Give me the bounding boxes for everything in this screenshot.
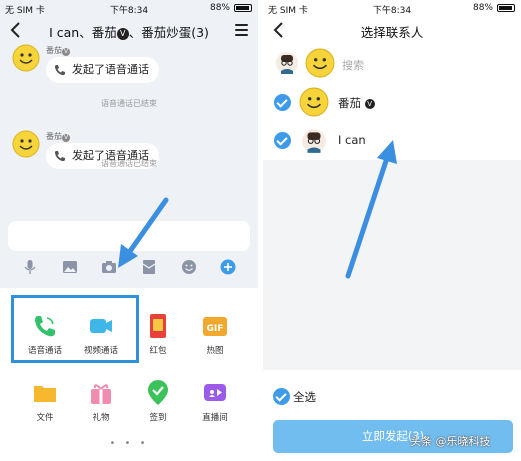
red-packet-icon bbox=[150, 314, 166, 338]
status-bar: 无 SIM 卡 下午8:34 88% bbox=[263, 0, 521, 16]
gif-button[interactable]: GIF 热图 bbox=[187, 313, 243, 373]
message-item: 番茄 V 发起了语音通话 bbox=[8, 130, 248, 180]
svg-text:GIF: GIF bbox=[207, 324, 224, 334]
red-envelope-icon[interactable] bbox=[141, 259, 157, 275]
chat-title: I can、番茄 V 、番茄炒蛋(3) bbox=[30, 22, 228, 41]
live-room-button[interactable]: 直播间 bbox=[187, 380, 243, 440]
contact-avatar bbox=[302, 129, 326, 153]
battery-text: 88% bbox=[209, 3, 230, 13]
microphone-icon[interactable] bbox=[22, 259, 38, 275]
voice-call-icon bbox=[35, 316, 55, 337]
gif-label: 热图 bbox=[206, 346, 224, 356]
chat-screen: 无 SIM 卡 下午8:34 88% I can、番茄 V 、番茄炒蛋(3) 番茄 V… bbox=[0, 0, 258, 461]
more-functions-panel: 语音通话 视频通话 红包 GIF 热图 文件 礼物 签到 直播间 • • • bbox=[0, 288, 258, 461]
verified-badge-icon: V bbox=[116, 28, 129, 40]
live-room-icon bbox=[204, 384, 226, 401]
contact-row[interactable]: I can bbox=[263, 122, 521, 160]
select-all-label: 全选 bbox=[293, 390, 316, 404]
sender-name: 番茄 V bbox=[46, 46, 70, 56]
contact-name: I can bbox=[338, 133, 366, 147]
battery-icon bbox=[234, 4, 252, 12]
chat-title-text: I can、番茄 bbox=[49, 25, 117, 40]
contact-avatar bbox=[299, 87, 329, 117]
emoji-icon[interactable] bbox=[181, 259, 197, 275]
chat-input-area bbox=[0, 213, 258, 286]
battery-text: 88% bbox=[472, 3, 493, 13]
selected-avatar-smile[interactable] bbox=[305, 48, 335, 78]
folder-icon bbox=[34, 386, 56, 402]
sender-name: 番茄 V bbox=[46, 132, 70, 142]
checkbox-checked-icon[interactable] bbox=[274, 132, 291, 149]
phone-icon bbox=[54, 65, 65, 76]
message-input[interactable] bbox=[8, 221, 250, 251]
message-item: 番茄 V 发起了语音通话 bbox=[8, 44, 248, 94]
contacts-nav-bar: 选择联系人 bbox=[263, 16, 521, 44]
gif-icon: GIF bbox=[203, 317, 227, 336]
voice-call-button[interactable]: 语音通话 bbox=[17, 313, 73, 373]
checkin-button[interactable]: 签到 bbox=[130, 380, 186, 440]
menu-icon[interactable] bbox=[235, 24, 248, 36]
select-contacts-screen: 无 SIM 卡 下午8:34 88% 选择联系人 搜索 番茄 V I can 全… bbox=[263, 0, 521, 461]
message-text: 发起了语音通话 bbox=[72, 63, 149, 76]
avatar[interactable] bbox=[12, 130, 40, 158]
call-ended-text: 语音通话已结束 bbox=[101, 99, 157, 108]
video-call-icon bbox=[90, 319, 112, 333]
camera-icon[interactable] bbox=[101, 259, 117, 275]
image-icon[interactable] bbox=[62, 259, 78, 275]
search-row[interactable]: 搜索 bbox=[263, 44, 521, 84]
verified-badge-icon: V bbox=[62, 134, 70, 142]
back-icon[interactable] bbox=[9, 21, 23, 39]
call-ended-text: 语音通话已结束 bbox=[101, 159, 157, 168]
search-placeholder[interactable]: 搜索 bbox=[342, 57, 364, 73]
avatar[interactable] bbox=[12, 44, 40, 72]
checkbox-checked-icon[interactable] bbox=[273, 388, 290, 405]
list-empty-area bbox=[263, 160, 521, 370]
verified-badge-icon: V bbox=[62, 48, 70, 56]
gift-button[interactable]: 礼物 bbox=[73, 380, 129, 440]
selected-avatar-glasses[interactable] bbox=[275, 51, 299, 75]
live-room-label: 直播间 bbox=[202, 413, 228, 423]
watermark-text: 头条 @乐晓科技 bbox=[410, 435, 491, 448]
battery-icon bbox=[497, 4, 515, 12]
plus-icon[interactable] bbox=[220, 259, 236, 275]
page-indicator[interactable]: • • • bbox=[0, 438, 258, 449]
gift-icon bbox=[91, 384, 111, 404]
status-bar: 无 SIM 卡 下午8:34 88% bbox=[0, 0, 258, 16]
file-button[interactable]: 文件 bbox=[17, 380, 73, 440]
page-title: 选择联系人 bbox=[360, 25, 424, 40]
contact-row[interactable]: 番茄 V bbox=[263, 84, 521, 122]
checkbox-checked-icon[interactable] bbox=[274, 94, 291, 111]
back-icon[interactable] bbox=[272, 21, 286, 39]
chat-nav-bar: I can、番茄 V 、番茄炒蛋(3) bbox=[0, 16, 258, 44]
verified-badge-icon: V bbox=[364, 99, 375, 109]
contact-name: 番茄 V bbox=[338, 95, 375, 111]
red-packet-button[interactable]: 红包 bbox=[130, 313, 186, 373]
checkin-icon bbox=[148, 380, 168, 405]
video-call-button[interactable]: 视频通话 bbox=[73, 313, 129, 373]
chat-title-suffix: 、番茄炒蛋(3) bbox=[128, 25, 209, 40]
message-bubble[interactable]: 发起了语音通话 bbox=[46, 57, 159, 83]
